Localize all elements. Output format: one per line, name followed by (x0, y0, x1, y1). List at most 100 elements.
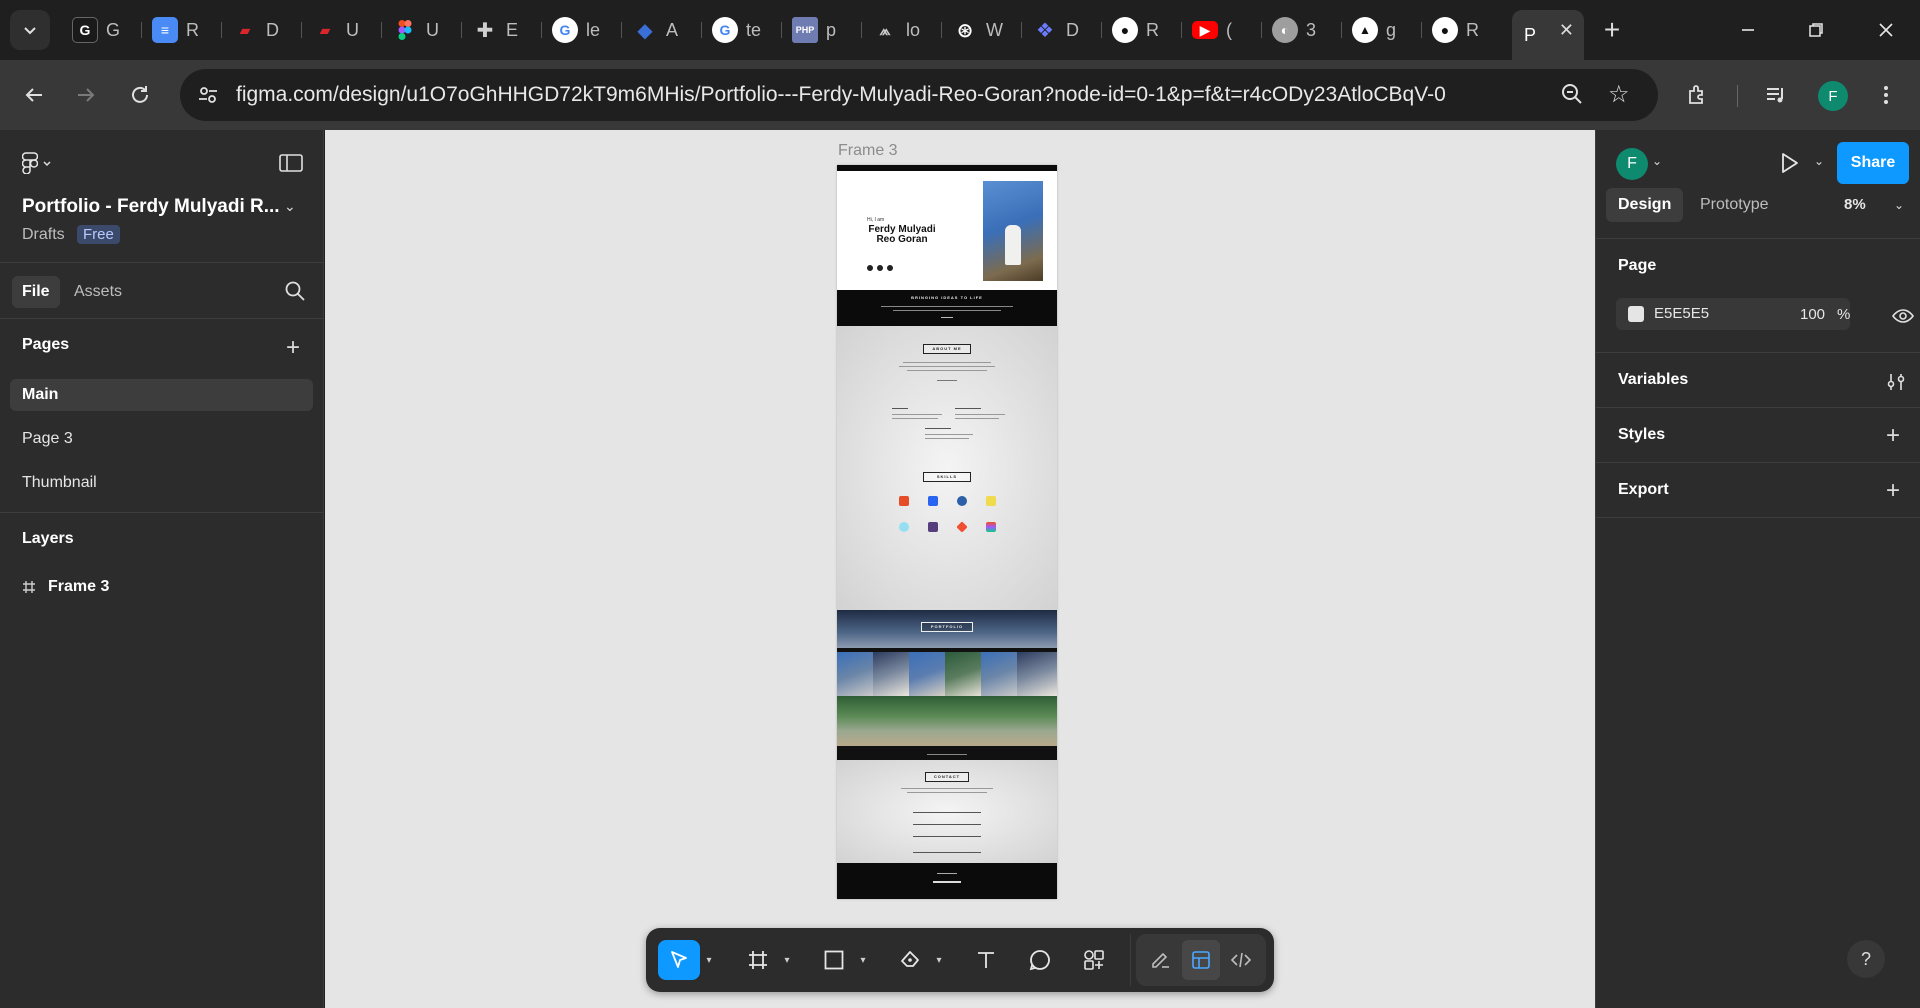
minimize-icon[interactable] (1728, 12, 1768, 48)
design-mode-button[interactable] (1182, 940, 1220, 980)
close-window-icon[interactable] (1866, 12, 1906, 48)
zoom-level[interactable]: 8% (1844, 196, 1866, 213)
chevron-down-icon[interactable]: ▾ (780, 940, 794, 980)
browser-tab[interactable]: ◆ A (622, 10, 702, 50)
site-settings-icon[interactable] (194, 81, 222, 109)
page-color-hex[interactable]: E5E5E5 (1654, 305, 1709, 322)
back-icon[interactable] (14, 75, 54, 115)
frame-tagline-bar: BRINGING IDEAS TO LIFE (837, 290, 1057, 326)
file-location[interactable]: Drafts (22, 226, 65, 244)
page-opacity-field[interactable]: 100 % (1794, 298, 1852, 330)
file-title[interactable]: Portfolio - Ferdy Mulyadi R... (22, 196, 280, 218)
browser-tab[interactable]: ▶( (1182, 10, 1262, 50)
extensions-icon: ✚ (476, 19, 494, 42)
browser-tab[interactable]: ⩕ lo (862, 10, 942, 50)
restore-icon[interactable] (1796, 12, 1836, 48)
divider (1596, 407, 1920, 408)
browser-tab[interactable]: PHP p (782, 10, 862, 50)
page-item-main[interactable]: Main (10, 379, 313, 411)
add-style-icon[interactable]: + (1886, 424, 1900, 448)
actions-tool-button[interactable] (1074, 940, 1114, 980)
frame-3[interactable]: Hi, I am Ferdy Mulyadi Reo Goran BRINGIN… (837, 165, 1057, 899)
github-icon: ● (1432, 17, 1458, 43)
browser-tab-active[interactable]: P ✕ (1512, 10, 1584, 60)
layer-item-frame-3[interactable]: Frame 3 (22, 578, 109, 596)
page-item-page-3[interactable]: Page 3 (10, 423, 313, 455)
forward-icon[interactable] (66, 75, 106, 115)
share-button[interactable]: Share (1837, 142, 1909, 184)
sidebar-toggle-icon[interactable] (278, 152, 304, 174)
main-menu-button[interactable] (22, 152, 52, 174)
browser-tab[interactable]: GG (62, 10, 142, 50)
browser-tab[interactable]: ● R (1422, 10, 1502, 50)
dev-mode-button[interactable] (1222, 940, 1260, 980)
browser-tab[interactable]: ❖ D (1022, 10, 1102, 50)
export-heading[interactable]: Export (1618, 481, 1669, 499)
youtube-icon: ▶ (1192, 21, 1218, 39)
new-tab-button[interactable]: + (1596, 14, 1628, 46)
tab-prototype[interactable]: Prototype (1688, 188, 1780, 222)
opacity-value[interactable]: 100 (1800, 306, 1825, 323)
close-icon[interactable]: ✕ (1559, 20, 1574, 41)
url-text[interactable]: figma.com/design/u1O7oGhHHGD72kT9m6MHis/… (236, 83, 1446, 107)
zoom-icon[interactable] (1560, 82, 1584, 111)
color-swatch[interactable] (1628, 306, 1644, 322)
present-play-icon[interactable] (1776, 150, 1802, 176)
comment-tool-button[interactable] (1020, 940, 1060, 980)
browser-tab[interactable]: ◐ 3 (1262, 10, 1342, 50)
chevron-down-icon[interactable]: ▾ (932, 940, 946, 980)
styles-heading[interactable]: Styles (1618, 426, 1665, 444)
browser-tab[interactable]: ⊛ W (942, 10, 1022, 50)
chevron-down-icon[interactable]: ⌄ (1814, 154, 1824, 168)
frame-portfolio-section: PORTFOLIO (837, 610, 1057, 760)
more-menu-icon[interactable] (1868, 77, 1904, 113)
bookmark-star-icon[interactable]: ☆ (1608, 80, 1630, 109)
divider (1596, 238, 1920, 239)
browser-tab[interactable]: ✚ E (462, 10, 542, 50)
draw-mode-button[interactable] (1142, 940, 1180, 980)
help-button[interactable]: ? (1847, 940, 1885, 978)
variables-heading[interactable]: Variables (1618, 371, 1688, 389)
user-avatar[interactable]: F (1616, 148, 1648, 180)
browser-tab[interactable]: ≡ R (142, 10, 222, 50)
google-scholar-icon: G (72, 17, 98, 43)
text-tool-button[interactable] (966, 940, 1006, 980)
browser-tab[interactable]: ● R (1102, 10, 1182, 50)
tab-assets[interactable]: Assets (64, 276, 132, 308)
browser-tab[interactable]: Gte (702, 10, 782, 50)
shape-tool-button[interactable] (814, 940, 854, 980)
chevron-down-icon[interactable]: ▾ (702, 940, 716, 980)
tab-search-button[interactable] (10, 10, 50, 50)
pen-tool-button[interactable] (890, 940, 930, 980)
variables-settings-icon[interactable] (1886, 372, 1906, 392)
design-canvas[interactable]: Frame 3 Hi, I am Ferdy Mulyadi Reo Goran… (325, 130, 1595, 1008)
eye-icon[interactable] (1892, 308, 1914, 324)
reload-icon[interactable] (120, 75, 160, 115)
tab-design[interactable]: Design (1606, 188, 1684, 222)
chevron-down-icon[interactable]: ⌄ (1652, 154, 1662, 168)
search-icon[interactable] (284, 280, 306, 302)
chevron-down-icon[interactable]: ▾ (856, 940, 870, 980)
google-icon: G (552, 17, 578, 43)
browser-tab[interactable]: Gle (542, 10, 622, 50)
browser-tab[interactable]: ▰ D (222, 10, 302, 50)
browser-tab[interactable]: ▰ U (302, 10, 382, 50)
google-icon: G (712, 17, 738, 43)
frame-tool-button[interactable] (738, 940, 778, 980)
tab-file[interactable]: File (12, 276, 60, 308)
add-export-icon[interactable]: + (1886, 479, 1900, 503)
browser-tab[interactable]: ▲ g (1342, 10, 1422, 50)
plan-badge: Free (77, 225, 120, 244)
profile-avatar[interactable]: F (1818, 81, 1848, 111)
address-bar[interactable]: figma.com/design/u1O7oGhHHGD72kT9m6MHis/… (180, 69, 1658, 121)
vercel-icon: ▲ (1352, 17, 1378, 43)
frame-label[interactable]: Frame 3 (838, 142, 898, 160)
add-page-icon[interactable]: + (286, 336, 300, 360)
extensions-icon[interactable] (1680, 77, 1716, 113)
browser-tab[interactable]: U (382, 10, 462, 50)
page-item-thumbnail[interactable]: Thumbnail (10, 467, 313, 499)
move-tool-button[interactable] (658, 940, 700, 980)
chevron-down-icon[interactable]: ⌄ (1894, 198, 1904, 212)
media-control-icon[interactable] (1758, 77, 1794, 113)
chevron-down-icon[interactable]: ⌄ (284, 198, 296, 215)
